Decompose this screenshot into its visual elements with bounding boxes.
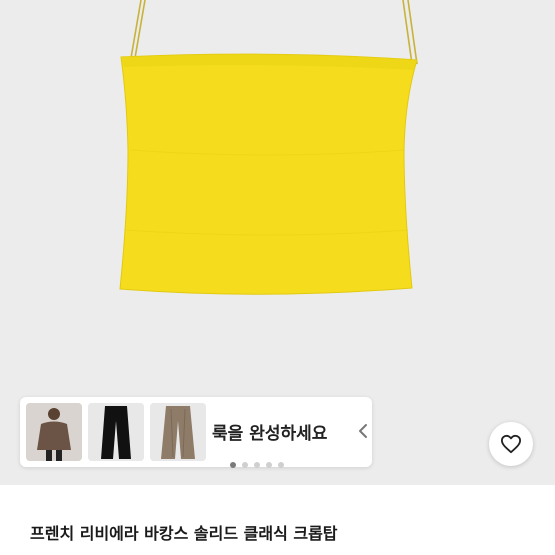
- product-image-gallery[interactable]: 룩을 완성하세요: [0, 0, 555, 485]
- brown-trousers-thumbnail[interactable]: [150, 403, 206, 461]
- pagination-dot[interactable]: [242, 462, 248, 468]
- heart-icon: [500, 434, 521, 454]
- product-title: 프렌치 리비에라 바캉스 솔리드 클래식 크롭탑: [30, 524, 338, 543]
- jacket-thumbnail[interactable]: [26, 403, 82, 461]
- favorite-button[interactable]: [489, 422, 533, 466]
- complete-the-look-label: 룩을 완성하세요: [212, 424, 328, 444]
- pagination-dot[interactable]: [266, 462, 272, 468]
- pagination-dot[interactable]: [278, 462, 284, 468]
- black-trousers-thumbnail[interactable]: [88, 403, 144, 461]
- pagination-dot[interactable]: [254, 462, 260, 468]
- chevron-left-icon[interactable]: [356, 418, 370, 444]
- pagination-dot-active[interactable]: [230, 462, 236, 468]
- complete-the-look-strip[interactable]: 룩을 완성하세요: [20, 397, 372, 467]
